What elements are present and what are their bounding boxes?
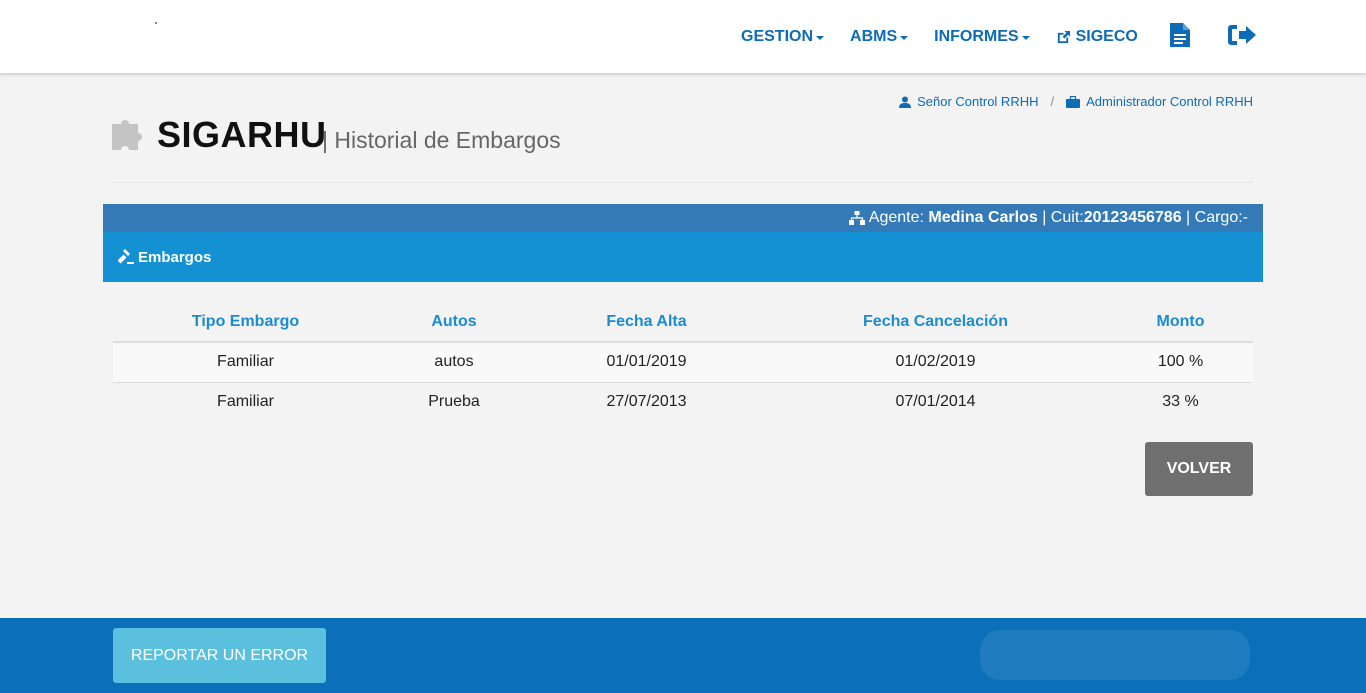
nav-abms-label: ABMS — [850, 28, 898, 45]
cell-autos: autos — [434, 353, 474, 371]
agent-info-bar: Agente: Medina Carlos | Cuit: 20123456786… — [103, 204, 1263, 232]
breadcrumb-separator: / — [1050, 94, 1055, 109]
nav-sigeco-link[interactable]: SIGECO — [1043, 0, 1151, 74]
column-header[interactable]: Fecha Alta — [530, 302, 763, 343]
user-breadcrumb: Señor Control RRHH / Administrador Contr… — [899, 94, 1253, 109]
caret-down-icon — [1021, 36, 1030, 40]
caret-down-icon — [900, 36, 909, 40]
top-navbar: GESTION ABMS INFORMES SIGECO — [0, 0, 1366, 74]
user-name: Señor Control RRHH — [917, 94, 1039, 109]
table-row: Familiar autos 01/01/2019 01/02/2019 100… — [113, 342, 1253, 382]
panel-header: Embargos — [103, 232, 1263, 282]
column-header[interactable]: Tipo Embargo — [113, 302, 378, 343]
cell-fecha-alta: 27/07/2013 — [530, 381, 763, 422]
nav-informes-label: INFORMES — [934, 28, 1019, 45]
agent-name: Medina Carlos — [928, 209, 1038, 226]
nav-abms-dropdown[interactable]: ABMS — [837, 0, 921, 74]
column-header[interactable]: Autos — [378, 302, 530, 343]
cuit-value: 20123456786 — [1083, 209, 1182, 226]
nav-gestion-dropdown[interactable]: GESTION — [728, 0, 837, 74]
nav-informes-dropdown[interactable]: INFORMES — [921, 0, 1042, 74]
page-title: SIGARHU — [157, 114, 327, 155]
caret-down-icon — [816, 36, 825, 40]
nav-sigeco-label: SIGECO — [1075, 28, 1138, 45]
logout-icon — [1227, 23, 1257, 52]
sitemap-icon — [848, 211, 865, 225]
cell-autos: Prueba — [378, 381, 530, 422]
volver-button[interactable]: VOLVER — [1145, 442, 1253, 496]
cargo-label: | Cargo:- — [1186, 209, 1248, 226]
document-button[interactable] — [1151, 0, 1209, 74]
embargos-table: Tipo Embargo Autos Fecha Alta Fecha Canc… — [113, 302, 1253, 422]
nav-gestion-label: GESTION — [741, 28, 814, 45]
role-name: Administrador Control RRHH — [1086, 94, 1253, 109]
cell-monto: 100 % — [1157, 353, 1204, 371]
page-subtitle: | Historial de Embargos — [322, 127, 561, 153]
column-header[interactable]: Monto — [1108, 302, 1253, 343]
external-link-icon — [1056, 30, 1071, 45]
role-link[interactable]: Administrador Control RRHH — [1066, 94, 1253, 109]
cell-fecha-cancelacion: 07/01/2014 — [763, 381, 1108, 422]
briefcase-icon — [1066, 95, 1081, 108]
report-error-button[interactable]: REPORTAR UN ERROR — [113, 628, 326, 683]
title-divider — [112, 182, 1253, 183]
table-row: Familiar Prueba 27/07/2013 07/01/2014 33… — [113, 381, 1253, 422]
cell-fecha-alta: 01/01/2019 — [606, 353, 687, 371]
cell-tipo: Familiar — [113, 381, 378, 422]
main-nav: GESTION ABMS INFORMES SIGECO — [728, 0, 1275, 74]
gavel-icon — [118, 249, 134, 264]
footer-watermark-logo — [980, 630, 1250, 680]
document-icon — [1169, 22, 1191, 53]
cuit-label: | Cuit: — [1042, 209, 1084, 226]
agent-label: Agente: — [868, 209, 924, 226]
column-header[interactable]: Fecha Cancelación — [763, 302, 1108, 343]
logout-button[interactable] — [1209, 0, 1275, 74]
puzzle-icon — [112, 116, 148, 155]
cell-tipo: Familiar — [217, 353, 274, 371]
cell-fecha-cancelacion: 01/02/2019 — [895, 353, 976, 371]
user-icon — [899, 96, 912, 108]
panel-title: Embargos — [138, 248, 212, 266]
user-link[interactable]: Señor Control RRHH — [899, 94, 1038, 109]
table-header-row: Tipo Embargo Autos Fecha Alta Fecha Canc… — [113, 302, 1253, 343]
cell-monto: 33 % — [1108, 381, 1253, 422]
brand-logo[interactable] — [155, 22, 157, 24]
footer: REPORTAR UN ERROR — [0, 618, 1366, 693]
